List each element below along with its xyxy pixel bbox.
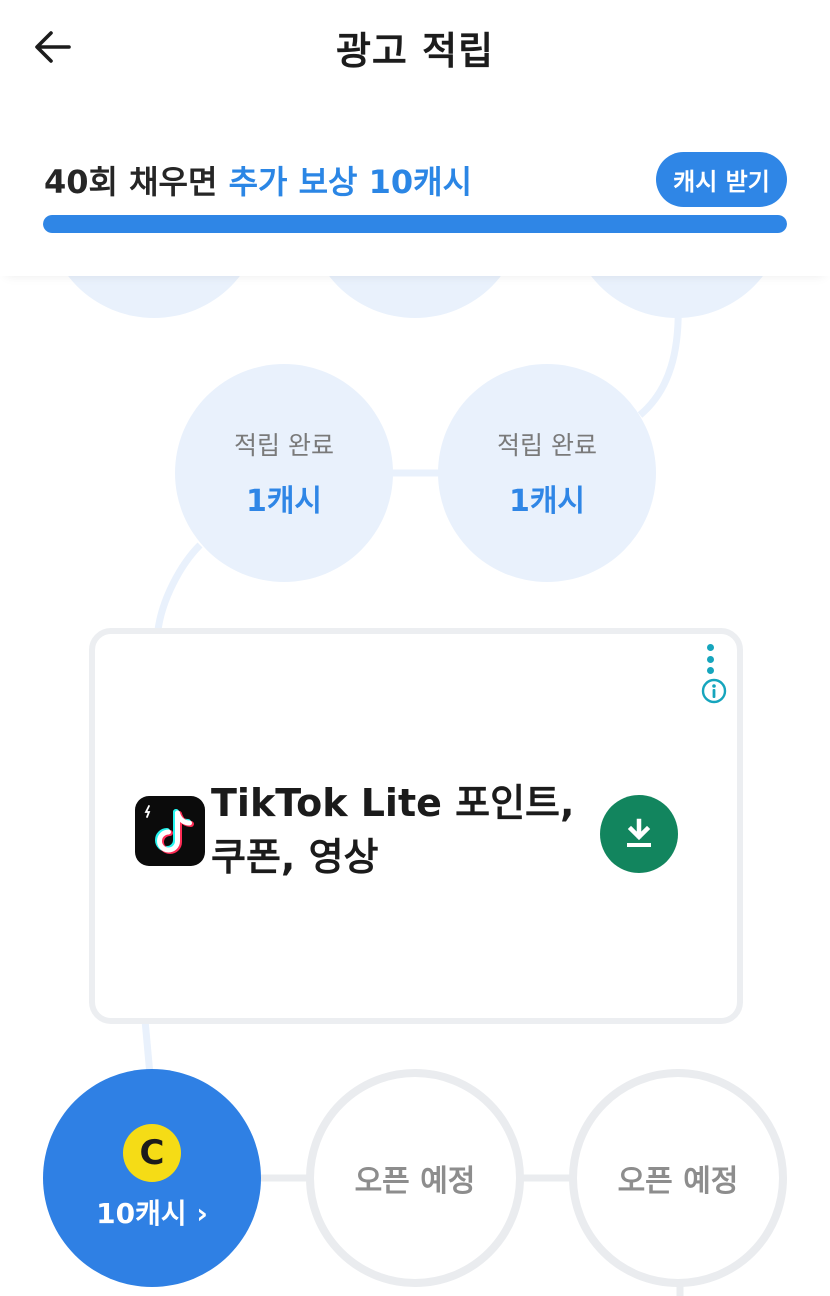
step-circle-completed: 적립 완료 1캐시 [438,364,656,582]
download-icon [627,818,651,847]
tiktok-logo-icon[interactable] [135,796,205,866]
step-circle-current[interactable]: C 10캐시 › [43,1069,261,1287]
kebab-menu-icon[interactable] [701,644,719,674]
step-status: 적립 완료 [497,431,597,460]
reward-prefix: 40회 채우면 [44,163,218,201]
reward-progress-bar [43,215,787,233]
current-step-label: 10캐시 › [96,1197,208,1230]
claim-cash-button[interactable]: 캐시 받기 [656,152,787,207]
step-circle-pending: 오픈 예정 [306,1069,524,1287]
header: 광고 적립 40회 채우면 추가 보상 10캐시 캐시 받기 [0,0,830,276]
download-button[interactable] [600,795,678,873]
step-status: 적립 완료 [234,431,334,460]
coin-icon: C [123,1124,181,1182]
ad-title-line: 쿠폰, 영상 [211,835,379,879]
reward-accent: 추가 보상 10캐시 [228,163,473,201]
ad-title-line: TikTok Lite 포인트, [211,781,575,825]
pending-label: 오픈 예정 [354,1164,476,1199]
ad-title[interactable]: TikTok Lite 포인트, 쿠폰, 영상 [211,776,591,884]
ad-card[interactable]: TikTok Lite 포인트, 쿠폰, 영상 [89,628,743,1024]
step-amount: 1캐시 [245,484,323,519]
reward-progress-fill [43,215,787,233]
step-amount: 1캐시 [508,484,586,519]
step-circle-completed: 적립 완료 1캐시 [175,364,393,582]
info-icon[interactable] [701,678,727,708]
page-title: 광고 적립 [335,29,495,73]
pending-label: 오픈 예정 [617,1164,739,1199]
reward-message: 40회 채우면 추가 보상 10캐시 [44,157,472,203]
step-circle-pending: 오픈 예정 [569,1069,787,1287]
